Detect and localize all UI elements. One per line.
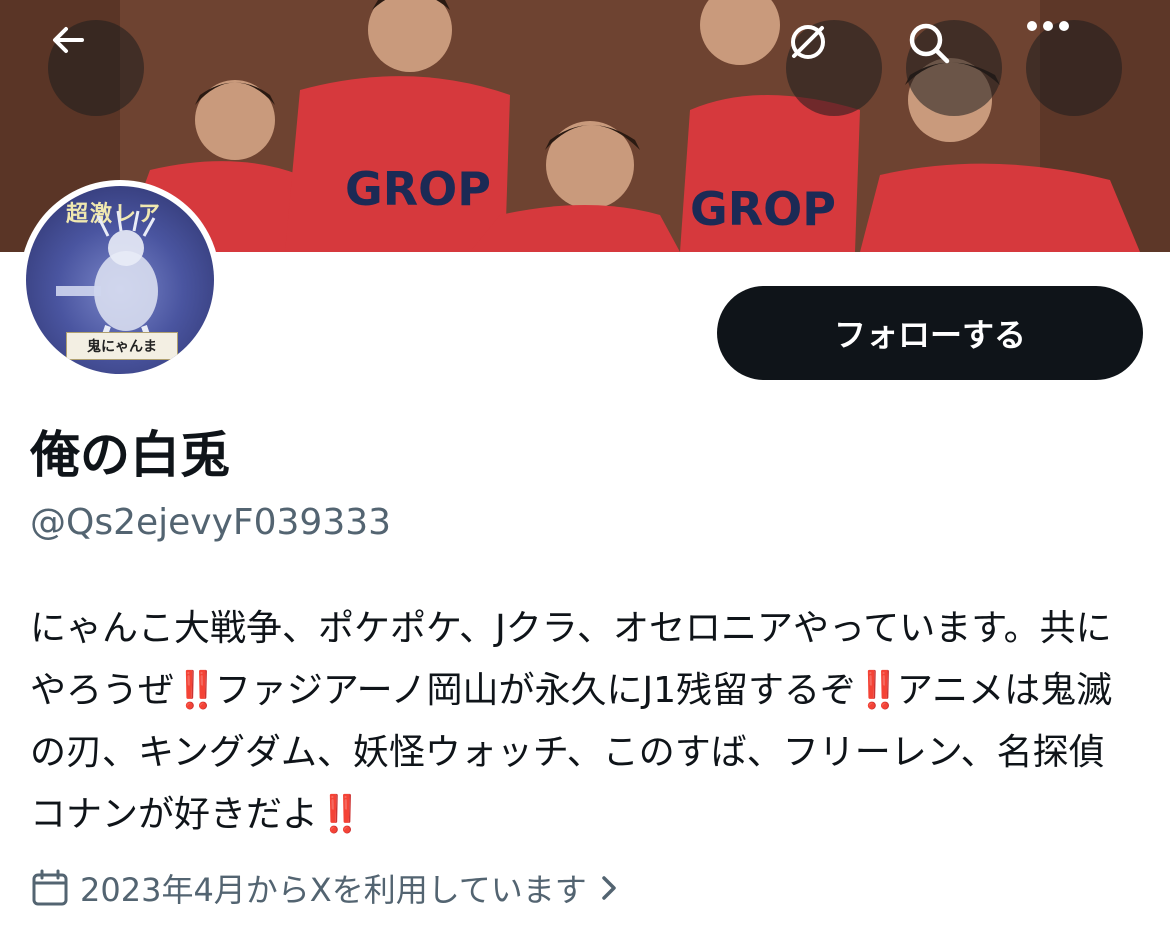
avatar-image: 超激レア 鬼にゃんま (26, 186, 214, 374)
chevron-right-icon (602, 876, 616, 900)
bio-text-2: ファジアーノ岡山が永久にJ1残留するぞ (214, 670, 857, 711)
grok-icon (791, 25, 825, 59)
arrow-left-icon (53, 27, 84, 53)
banner-jersey-text-1: GROP (345, 162, 491, 216)
search-button[interactable] (906, 20, 1002, 116)
calendar-icon (32, 869, 68, 906)
profile-bio: にゃんこ大戦争、ポケポケ、Jクラ、オセロニアやっています。共にやろうぜ‼️ファジ… (30, 598, 1140, 846)
more-horizontal-icon (1027, 21, 1069, 31)
avatar-caption: 鬼にゃんま (66, 332, 178, 360)
joined-date-text: 2023年4月からXを利用しています (80, 871, 587, 909)
profile-avatar[interactable]: 超激レア 鬼にゃんま (20, 180, 220, 380)
search-icon (909, 23, 950, 64)
banner-jersey-text-2: GROP (690, 182, 836, 236)
grok-button[interactable] (786, 20, 882, 116)
double-exclamation-emoji: ‼️ (856, 670, 901, 711)
double-exclamation-emoji: ‼️ (318, 794, 363, 835)
user-handle: @Qs2ejevyF039333 (30, 502, 392, 543)
more-button[interactable] (1026, 20, 1122, 116)
back-button[interactable] (48, 20, 144, 116)
display-name: 俺の白兎 (30, 426, 230, 484)
joined-date-row[interactable]: 2023年4月からXを利用しています (30, 864, 621, 912)
follow-button[interactable]: フォローする (717, 286, 1143, 380)
double-exclamation-emoji: ‼️ (174, 670, 219, 711)
